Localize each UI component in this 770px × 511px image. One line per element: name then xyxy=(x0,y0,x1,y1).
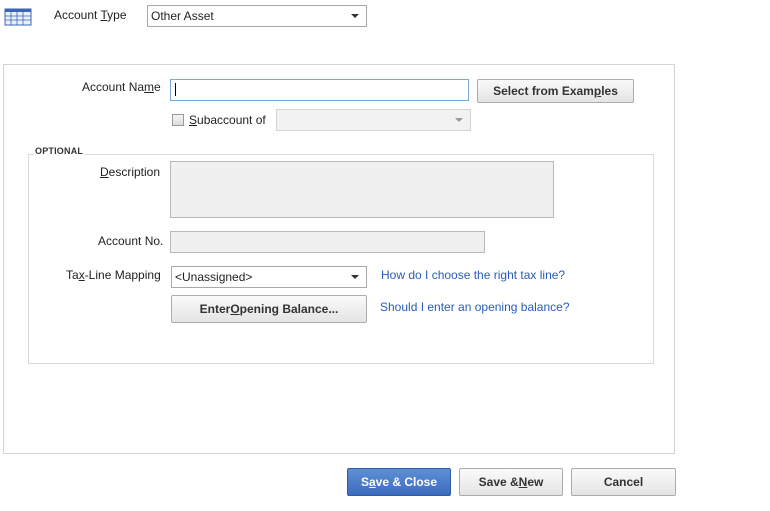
account-no-input[interactable] xyxy=(170,231,485,253)
subaccount-dropdown[interactable] xyxy=(276,109,471,131)
description-textarea[interactable] xyxy=(170,161,554,218)
save-and-close-button[interactable]: Sa ve & Close xyxy=(347,468,451,496)
enter-opening-balance-button[interactable]: Enter Opening Balance... xyxy=(171,295,367,323)
cancel-button[interactable]: Cancel xyxy=(571,468,676,496)
chevron-down-icon xyxy=(351,14,359,18)
text-caret xyxy=(175,83,176,96)
subaccount-checkbox[interactable] xyxy=(172,114,184,126)
select-from-examples-button[interactable]: Select from Exam p les xyxy=(477,79,634,103)
save-and-new-button[interactable]: Save & New xyxy=(459,468,563,496)
tax-line-mapping-label: Tax-Line Mapping xyxy=(66,268,161,282)
optional-section-title: OPTIONAL xyxy=(34,146,85,156)
account-no-label: Account No. xyxy=(98,234,164,248)
opening-balance-help-link[interactable]: Should I enter an opening balance? xyxy=(380,300,570,314)
account-register-icon xyxy=(4,8,32,26)
tax-line-value: <Unassigned> xyxy=(175,270,253,284)
account-name-input[interactable] xyxy=(170,79,469,101)
tax-line-dropdown[interactable]: <Unassigned> xyxy=(171,266,367,288)
chevron-down-icon xyxy=(455,118,463,122)
account-name-label: Account Name xyxy=(82,80,161,94)
chevron-down-icon xyxy=(351,275,359,279)
account-type-value: Other Asset xyxy=(151,9,214,23)
subaccount-label: Subaccount of xyxy=(189,113,266,127)
description-label: Description xyxy=(100,165,161,179)
tax-line-help-link[interactable]: How do I choose the right tax line? xyxy=(381,268,565,282)
account-type-dropdown[interactable]: Other Asset xyxy=(147,5,367,27)
account-type-label: Account Type xyxy=(54,8,127,22)
